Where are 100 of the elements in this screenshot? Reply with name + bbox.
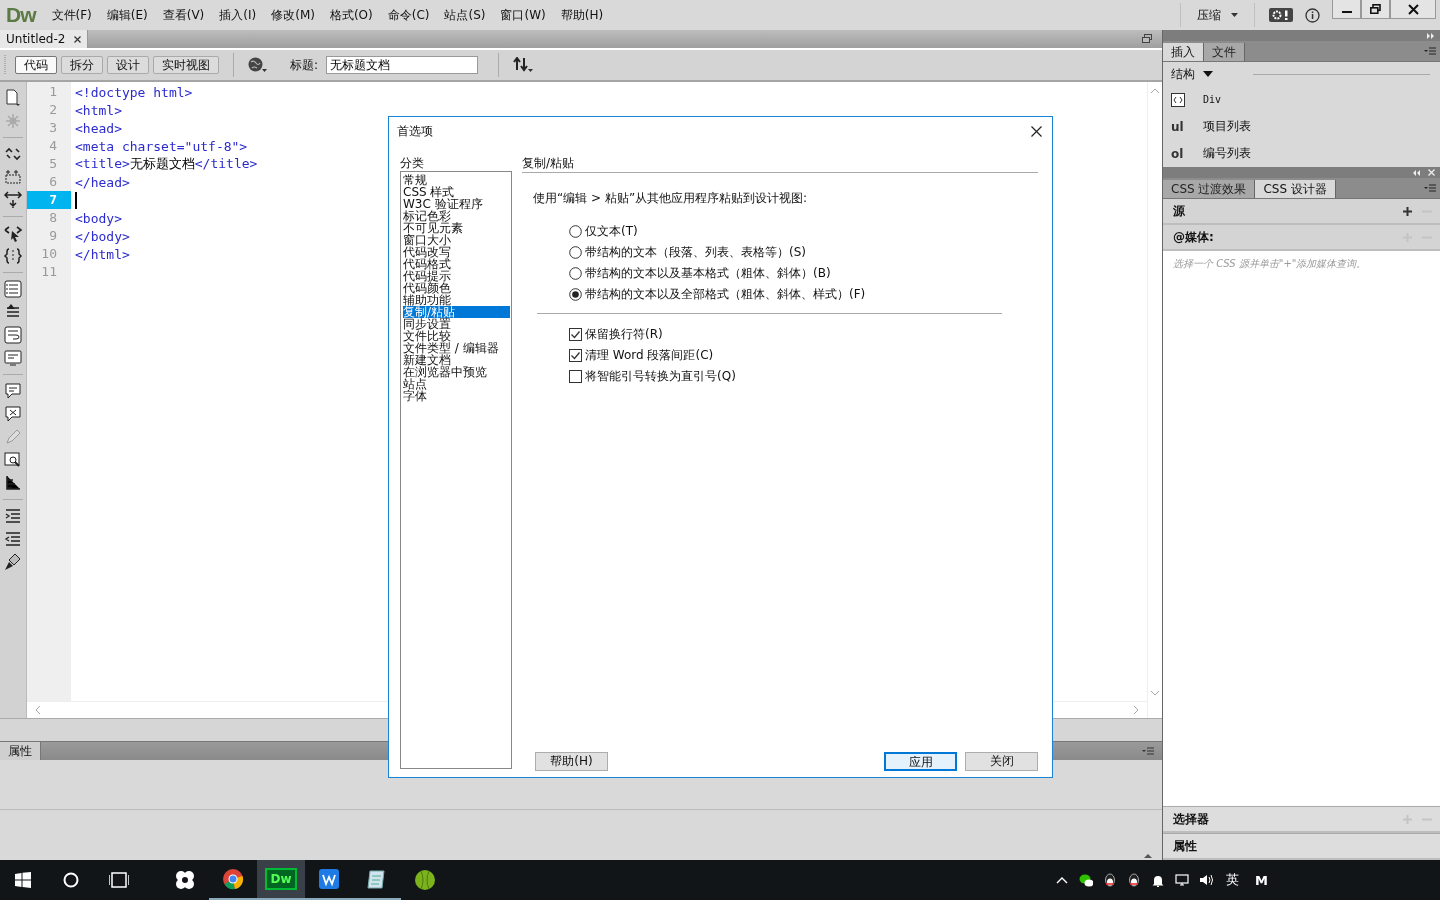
category-item[interactable]: 常规: [403, 174, 510, 186]
close-button[interactable]: 关闭: [965, 752, 1038, 771]
wrap-lines-icon[interactable]: [3, 325, 23, 345]
penguin-icon[interactable]: [1127, 873, 1142, 887]
help-button[interactable]: 帮助(H): [535, 752, 608, 771]
radio-button[interactable]: [569, 288, 582, 301]
monitor-code-icon[interactable]: [3, 348, 23, 368]
sort-arrows-icon[interactable]: [513, 57, 534, 73]
globe-icon[interactable]: [248, 57, 268, 73]
view-button[interactable]: 实时视图: [153, 56, 219, 74]
insert-item[interactable]: ol 编号列表: [1171, 140, 1440, 167]
search-icon[interactable]: [63, 872, 79, 888]
windows-icon[interactable]: [15, 872, 31, 888]
workspace-switcher[interactable]: 压缩: [1180, 3, 1255, 27]
collapse-icon[interactable]: [1427, 32, 1435, 39]
bell-icon[interactable]: [1151, 873, 1166, 887]
restore-icon[interactable]: [1142, 34, 1152, 43]
category-item[interactable]: 代码颜色: [403, 282, 510, 294]
expand-icon[interactable]: [1412, 169, 1420, 176]
category-item[interactable]: 辅助功能: [403, 294, 510, 306]
input-language[interactable]: 英: [1226, 871, 1240, 889]
menu-item[interactable]: 查看(V): [162, 6, 205, 24]
collapse-arrows-icon[interactable]: [3, 190, 23, 210]
menu-item[interactable]: 插入(I): [219, 6, 257, 24]
expand-up-icon[interactable]: [1144, 853, 1152, 858]
panel-tab[interactable]: CSS 设计器: [1255, 180, 1336, 198]
menu-item[interactable]: 站点(S): [444, 6, 486, 24]
info-icon[interactable]: [1305, 7, 1320, 23]
category-item[interactable]: 标记色彩: [403, 210, 510, 222]
uncomment-icon[interactable]: [3, 404, 23, 424]
close-icon[interactable]: [1031, 125, 1042, 137]
menu-item[interactable]: 修改(M): [271, 6, 315, 24]
insert-item[interactable]: Div: [1171, 86, 1440, 113]
category-dropdown[interactable]: 结构: [1171, 65, 1213, 83]
panel-tab[interactable]: CSS 过渡效果: [1163, 180, 1256, 198]
penguin-icon[interactable]: [1103, 873, 1118, 887]
cursor-icon[interactable]: [3, 223, 23, 243]
category-item[interactable]: 复制/粘贴: [403, 306, 510, 318]
category-list[interactable]: 常规 CSS 样式 W3C 验证程序 标记色彩 不可见元素 窗口大小 代码改写 代码格式 代码提示 代码颜色 辅助功能 复制/粘贴 同步设置 文件比较 文件类型 / 编辑器 新建文档 在浏览器中预览 站点 字体: [400, 171, 512, 769]
category-item[interactable]: 代码格式: [403, 258, 510, 270]
view-button[interactable]: 设计: [107, 56, 149, 74]
chat-bubbles-icon[interactable]: [1079, 873, 1094, 887]
close-icon[interactable]: [74, 35, 82, 43]
menu-item[interactable]: 编辑(E): [106, 6, 148, 24]
code-line: </body>: [75, 228, 130, 244]
speaker-icon[interactable]: [1199, 873, 1214, 887]
outdent-icon[interactable]: [3, 529, 23, 549]
category-item[interactable]: 在浏览器中预览: [403, 366, 510, 378]
indent-icon[interactable]: [3, 506, 23, 526]
menu-item[interactable]: 格式(O): [329, 6, 373, 24]
apply-button[interactable]: 应用: [884, 752, 957, 771]
caret-icon: [1231, 13, 1238, 17]
plus-icon[interactable]: [1403, 206, 1412, 216]
document-icon[interactable]: [3, 88, 23, 108]
gear-badge-icon[interactable]: [1269, 8, 1293, 22]
checkbox[interactable]: [569, 328, 582, 341]
category-item[interactable]: W3C 验证程序: [403, 198, 510, 210]
category-item[interactable]: 新建文档: [403, 354, 510, 366]
checkbox[interactable]: [569, 349, 582, 362]
category-item[interactable]: 文件类型 / 编辑器: [403, 342, 510, 354]
title-field[interactable]: 无标题文档: [326, 56, 479, 74]
category-item[interactable]: CSS 样式: [403, 186, 510, 198]
radio-button[interactable]: [569, 225, 582, 238]
menu-item[interactable]: 文件(F): [51, 6, 92, 24]
panel-tab[interactable]: 属性: [0, 742, 41, 760]
category-item[interactable]: 站点: [403, 378, 510, 390]
minimize-button[interactable]: [1332, 0, 1361, 19]
menu-item[interactable]: 窗口(W): [500, 6, 546, 24]
category-item[interactable]: 不可见元素: [403, 222, 510, 234]
radio-button[interactable]: [569, 246, 582, 259]
menu-item[interactable]: 命令(C): [387, 6, 430, 24]
view-button[interactable]: 代码: [15, 56, 57, 74]
task-view-icon[interactable]: [109, 872, 129, 888]
checkbox-label: 将智能引号转换为直引号(Q): [585, 368, 736, 385]
category-item[interactable]: 同步设置: [403, 318, 510, 330]
network-icon[interactable]: [1175, 873, 1190, 887]
close-button[interactable]: [1390, 0, 1436, 19]
braces-icon[interactable]: [3, 246, 23, 266]
document-tab[interactable]: Untitled-2: [0, 30, 89, 48]
category-item[interactable]: 字体: [403, 390, 510, 402]
line-number: 9: [48, 227, 58, 245]
restore-button[interactable]: [1361, 0, 1390, 19]
dashed-box-icon[interactable]: [3, 167, 23, 187]
menu-item[interactable]: 帮助(H): [560, 6, 604, 24]
insert-item[interactable]: ul 项目列表: [1171, 113, 1440, 140]
radio-button[interactable]: [569, 267, 582, 280]
app-logo: Dw: [6, 3, 36, 27]
comment-icon[interactable]: [3, 381, 23, 401]
checkbox[interactable]: [569, 370, 582, 383]
category-item[interactable]: 代码提示: [403, 270, 510, 282]
panel-tab[interactable]: 文件: [1204, 43, 1245, 61]
view-button[interactable]: 拆分: [61, 56, 103, 74]
format-brush-icon[interactable]: [3, 552, 23, 572]
taskbar-app[interactable]: Dw: [257, 860, 305, 900]
category-item[interactable]: 代码改写: [403, 246, 510, 258]
numbered-list-icon[interactable]: [3, 279, 23, 299]
panel-tab[interactable]: 插入: [1163, 43, 1204, 61]
category-item[interactable]: 文件比较: [403, 330, 510, 342]
input-mode[interactable]: M: [1255, 872, 1268, 888]
category-item[interactable]: 窗口大小: [403, 234, 510, 246]
